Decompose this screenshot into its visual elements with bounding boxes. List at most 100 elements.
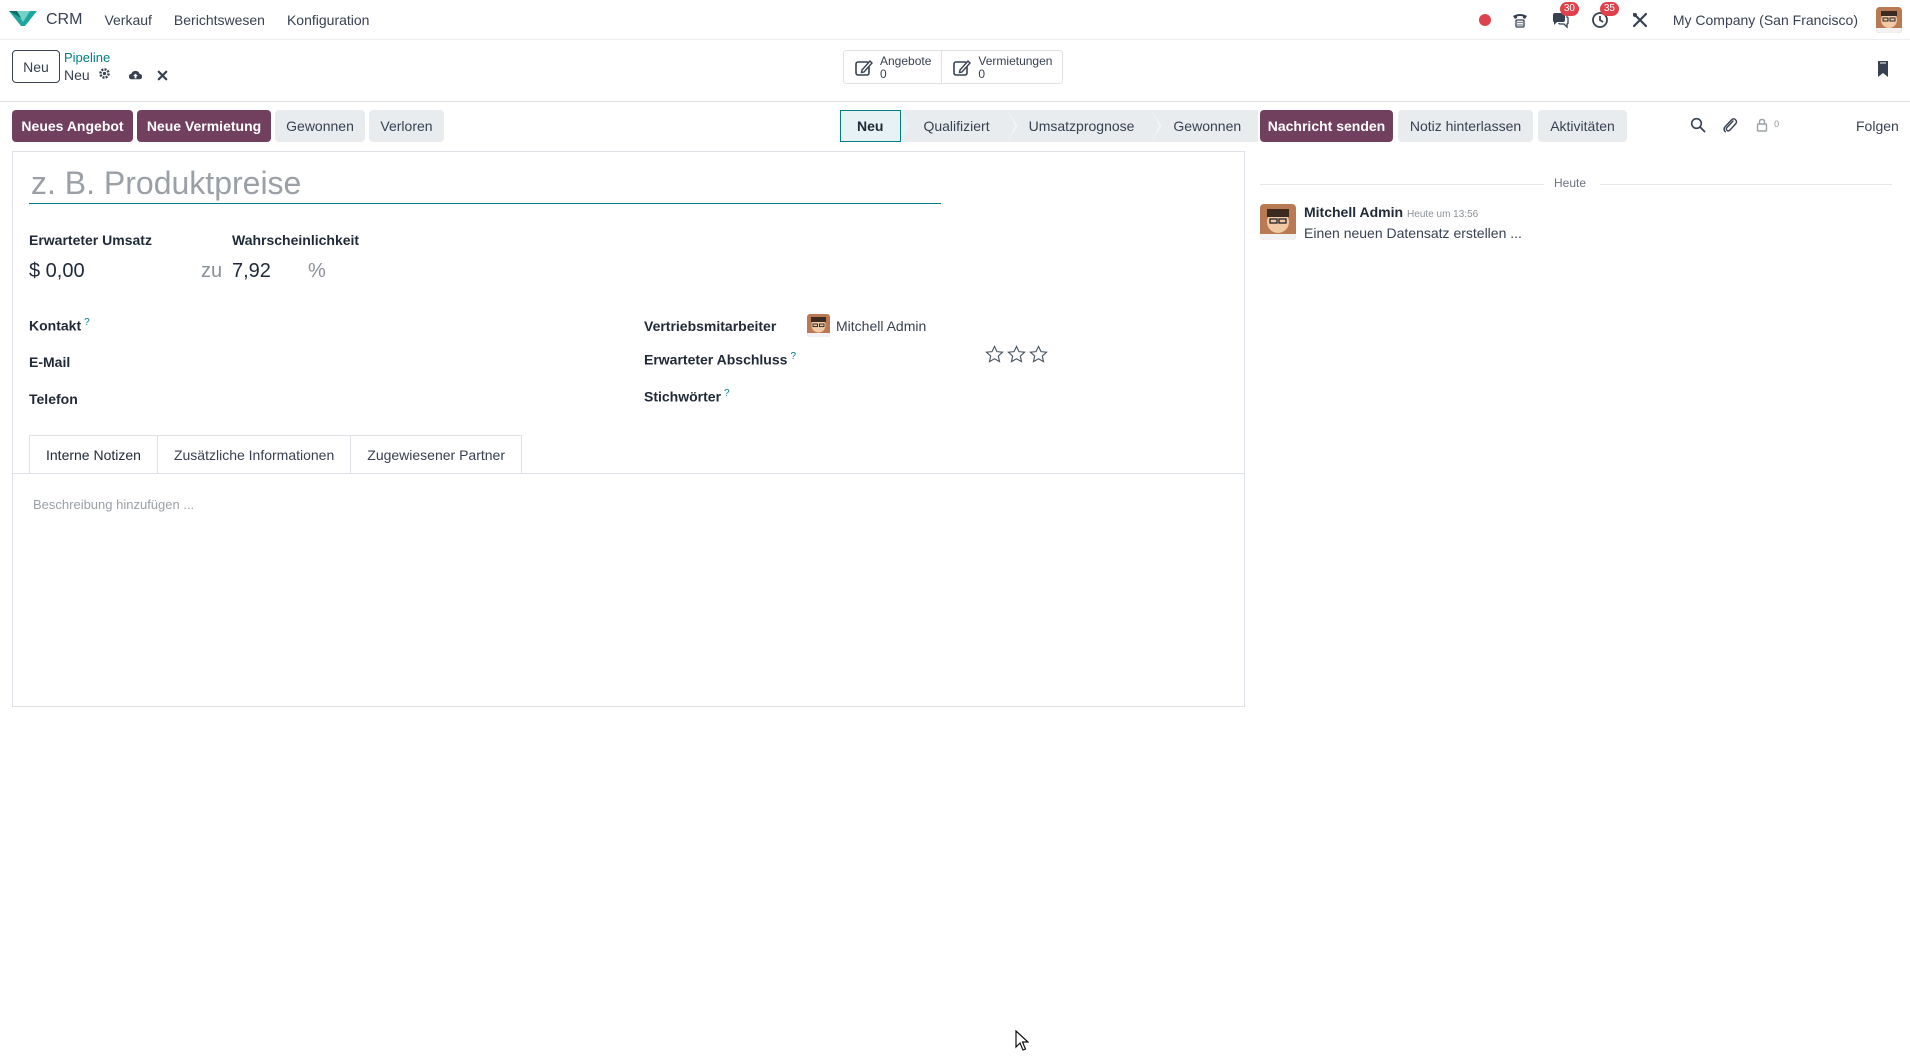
message-author-avatar[interactable] [1260, 204, 1296, 240]
expected-revenue-label: Erwarteter Umsatz [29, 232, 152, 248]
messages-icon[interactable]: 30 [1549, 1, 1579, 31]
smart-button-angebote-label: Angebote [880, 54, 932, 68]
separator-line [1260, 184, 1544, 185]
message-content: Mitchell Admin Heute um 13:56 Einen neuen… [1304, 204, 1522, 241]
edit-document-icon [854, 55, 874, 81]
menu-konfiguration[interactable]: Konfiguration [287, 12, 370, 28]
smart-button-vermietungen[interactable]: Vermietungen 0 [942, 51, 1062, 83]
stage-arrow [1151, 110, 1161, 142]
contact-label: Kontakt? [29, 317, 90, 334]
activities-button[interactable]: Aktivitäten [1538, 110, 1627, 142]
probability-at-label: zu [201, 260, 223, 282]
star-icon[interactable] [1007, 345, 1026, 368]
activities-badge: 35 [1599, 1, 1619, 16]
expected-closing-label-text: Erwarteter Abschluss [644, 351, 788, 368]
date-separator-label: Heute [1554, 176, 1587, 190]
new-rental-button[interactable]: Neue Vermietung [137, 110, 271, 142]
tab-additional-info[interactable]: Zusätzliche Informationen [156, 435, 352, 474]
stage-gewonnen[interactable]: Gewonnen [1151, 110, 1259, 142]
top-navbar: CRM Verkauf Berichtswesen Konfiguration … [0, 0, 1910, 40]
salesperson-avatar [807, 314, 830, 337]
salesperson-name: Mitchell Admin [836, 317, 927, 334]
send-message-button[interactable]: Nachricht senden [1260, 110, 1393, 142]
salesperson-field[interactable]: Mitchell Admin [807, 314, 926, 337]
stage-qualifiziert-label: Qualifiziert [923, 118, 990, 134]
chatter-icons: 0 [1690, 117, 1779, 137]
gear-icon[interactable] [98, 67, 111, 83]
new-record-button[interactable]: Neu [12, 50, 60, 83]
stage-statusbar: Neu Qualifiziert Umsatzprognose Gewonnen [840, 110, 1259, 142]
smart-button-vermietungen-label: Vermietungen [978, 54, 1053, 68]
message-body: Einen neuen Datensatz erstellen ... [1304, 225, 1522, 241]
salesperson-label: Vertriebsmitarbeiter [644, 318, 777, 334]
paperclip-icon[interactable] [1722, 117, 1738, 137]
search-icon[interactable] [1690, 117, 1706, 137]
message-author[interactable]: Mitchell Admin [1304, 204, 1403, 220]
bookmark-icon[interactable] [1876, 60, 1890, 82]
opportunity-name-input[interactable] [29, 164, 941, 204]
stage-arrow [1006, 110, 1016, 142]
mouse-cursor-icon [1015, 1029, 1030, 1056]
tab-assigned-partner[interactable]: Zugewiesener Partner [350, 435, 523, 474]
main-menu: Verkauf Berichtswesen Konfiguration [104, 12, 369, 28]
discard-close-icon[interactable] [155, 68, 170, 87]
menu-verkauf[interactable]: Verkauf [104, 12, 151, 28]
probability-label: Wahrscheinlichkeit [232, 232, 360, 248]
tags-help-icon[interactable]: ? [724, 388, 730, 399]
record-title: Neu [64, 67, 111, 83]
crm-logo-icon [8, 8, 38, 32]
smart-button-angebote[interactable]: Angebote 0 [844, 51, 943, 83]
probability-input[interactable]: 7,92 [232, 260, 271, 283]
tags-label: Stichwörter? [644, 388, 730, 405]
mark-lost-button[interactable]: Verloren [369, 110, 444, 142]
expected-closing-label: Erwarteter Abschluss? [644, 351, 796, 368]
date-separator: Heute [1260, 174, 1892, 194]
mark-won-button[interactable]: Gewonnen [275, 110, 365, 142]
new-quotation-button[interactable]: Neues Angebot [12, 110, 133, 142]
stage-gewonnen-label: Gewonnen [1173, 118, 1242, 134]
contact-label-text: Kontakt [29, 317, 82, 334]
percent-sign: % [308, 260, 326, 282]
app-name: CRM [46, 10, 83, 28]
cloud-upload-icon[interactable] [128, 68, 143, 87]
star-icon[interactable] [1029, 345, 1048, 368]
stage-umsatzprognose[interactable]: Umsatzprognose [1006, 110, 1162, 142]
phone-label: Telefon [29, 391, 78, 407]
contact-help-icon[interactable]: ? [84, 317, 90, 328]
email-label: E-Mail [29, 354, 71, 370]
form-sheet: Erwarteter Umsatz $ 0,00 Wahrscheinlichk… [12, 151, 1245, 707]
chatter-message: Mitchell Admin Heute um 13:56 Einen neuen… [1260, 204, 1522, 241]
stage-umsatzprognose-label: Umsatzprognose [1028, 118, 1135, 134]
edit-document-icon [952, 55, 972, 81]
stage-qualifiziert[interactable]: Qualifiziert [901, 110, 1017, 142]
save-discard-group [128, 68, 170, 87]
recording-dot-icon[interactable] [1478, 13, 1491, 26]
systray: 30 35 My Company (San Francisco) [1478, 1, 1902, 33]
tab-internal-notes[interactable]: Interne Notizen [29, 435, 158, 474]
menu-berichtswesen[interactable]: Berichtswesen [174, 12, 265, 28]
status-row: Neues Angebot Neue Vermietung Gewonnen V… [12, 110, 1259, 144]
expected-revenue-input[interactable]: $ 0,00 [29, 260, 85, 283]
smart-button-vermietungen-count: 0 [978, 67, 986, 81]
stage-neu[interactable]: Neu [840, 110, 911, 142]
control-panel: Neu Pipeline Neu Angebote 0 Vermietungen… [0, 40, 1910, 102]
tabs-divider [13, 473, 1244, 474]
smart-buttons: Angebote 0 Vermietungen 0 [843, 50, 1064, 84]
star-icon[interactable] [985, 345, 1004, 368]
description-editor[interactable]: Beschreibung hinzufügen ... [33, 497, 194, 512]
tools-icon[interactable] [1629, 9, 1651, 31]
expected-closing-help-icon[interactable]: ? [790, 351, 796, 362]
app-switcher[interactable]: CRM [8, 8, 82, 32]
phone-icon[interactable] [1509, 9, 1531, 31]
navbar-left: CRM Verkauf Berichtswesen Konfiguration [8, 8, 369, 32]
followers-lock-icon[interactable]: 0 [1754, 117, 1779, 137]
messages-badge: 30 [1559, 1, 1579, 16]
company-switcher[interactable]: My Company (San Francisco) [1673, 12, 1858, 28]
tags-label-text: Stichwörter [644, 388, 722, 405]
log-note-button[interactable]: Notiz hinterlassen [1398, 110, 1533, 142]
follow-button[interactable]: Folgen [1856, 118, 1899, 134]
activities-clock-icon[interactable]: 35 [1589, 1, 1619, 31]
user-avatar[interactable] [1876, 6, 1902, 33]
smart-button-angebote-count: 0 [880, 67, 887, 81]
breadcrumb-pipeline[interactable]: Pipeline [64, 50, 110, 65]
